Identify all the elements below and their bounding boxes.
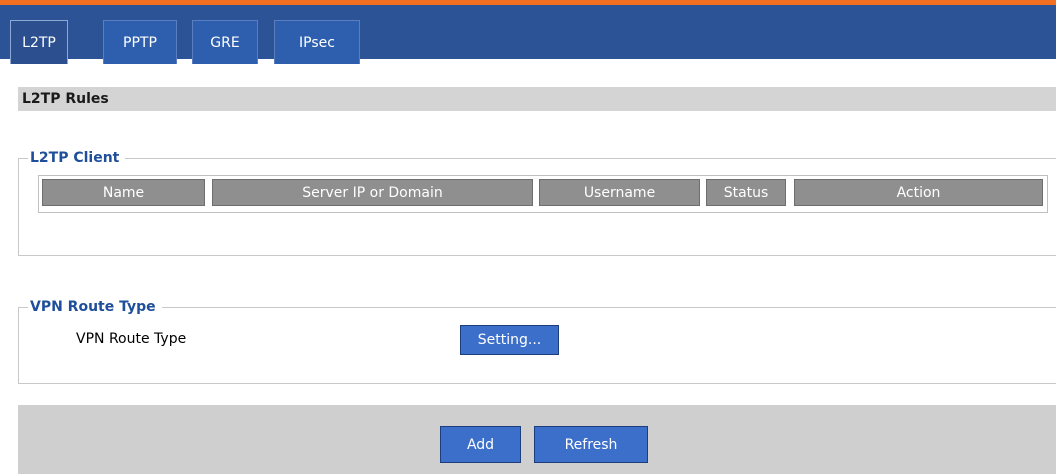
column-header-text: Server IP or Domain [302, 184, 443, 201]
l2tp-client-legend: L2TP Client [28, 149, 126, 167]
tab-label: IPsec [299, 34, 335, 51]
add-button[interactable]: Add [440, 426, 521, 463]
tab-gre[interactable]: GRE [192, 20, 258, 64]
column-header-name: Name [42, 179, 205, 206]
tab-label: L2TP [22, 34, 56, 51]
column-header-text: Action [896, 184, 941, 201]
tab-l2tp[interactable]: L2TP [10, 20, 68, 64]
column-header-status: Status [706, 179, 786, 206]
setting-button[interactable]: Setting... [460, 325, 559, 355]
section-title-text: L2TP Rules [22, 91, 109, 107]
column-header-username: Username [539, 179, 700, 206]
refresh-button[interactable]: Refresh [534, 426, 648, 463]
vpn-route-legend: VPN Route Type [28, 298, 162, 316]
vpn-route-type-label: VPN Route Type [76, 331, 187, 347]
section-title: L2TP Rules [18, 87, 1056, 111]
column-header-action: Action [794, 179, 1043, 206]
column-header-text: Name [102, 184, 145, 201]
tab-bar: L2TP PPTP GRE IPsec [0, 5, 1056, 64]
column-header-server: Server IP or Domain [212, 179, 533, 206]
tab-ipsec[interactable]: IPsec [274, 20, 360, 64]
tab-label: GRE [210, 34, 240, 51]
add-button-label: Add [466, 436, 495, 453]
setting-button-label: Setting... [477, 332, 542, 348]
tab-pptp[interactable]: PPTP [103, 20, 177, 64]
tab-label: PPTP [123, 34, 157, 51]
refresh-button-label: Refresh [564, 436, 618, 453]
column-header-text: Status [723, 184, 769, 201]
column-header-text: Username [583, 184, 656, 201]
